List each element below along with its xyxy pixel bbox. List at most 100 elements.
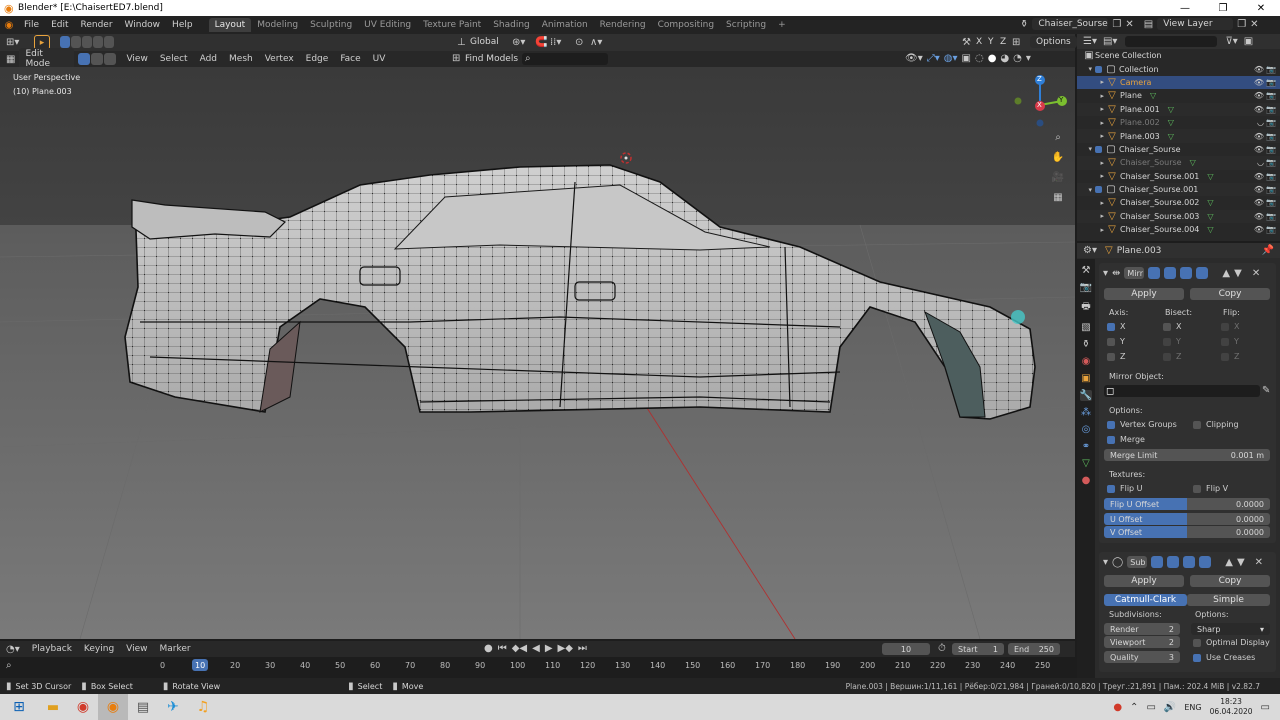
flip-u-offset-field[interactable]: Flip U Offset 0.0000: [1104, 498, 1270, 510]
quality-field[interactable]: Quality 3: [1104, 651, 1180, 663]
outliner-row[interactable]: ▸ ▽ Plane.001 ▽ 👁 📷: [1077, 102, 1280, 116]
viewport-menu-face[interactable]: Face: [334, 54, 366, 64]
viewport-menu-mesh[interactable]: Mesh: [223, 54, 259, 64]
mesh-data-icon[interactable]: ▽: [1168, 118, 1174, 127]
clipping-checkbox[interactable]: [1193, 421, 1201, 429]
mesh-data-icon[interactable]: ▽: [1207, 212, 1213, 221]
outliner-row[interactable]: ▸ ▽ Chaiser_Sourse.004 ▽ 👁 📷: [1077, 223, 1280, 236]
display-mode-icon[interactable]: ▤▾: [1103, 36, 1117, 47]
show-in-viewport-icon[interactable]: [1164, 267, 1177, 279]
material-shading-icon[interactable]: ◕: [1000, 53, 1009, 64]
search-field[interactable]: [522, 53, 608, 65]
render-camera-icon[interactable]: 📷: [1266, 132, 1276, 141]
menu-render[interactable]: Render: [75, 20, 119, 30]
filter-icon[interactable]: ⊽▾: [1225, 36, 1237, 47]
remove-modifier-icon[interactable]: ✕: [1252, 268, 1260, 279]
collection-checkbox[interactable]: [1095, 145, 1102, 153]
volume-icon[interactable]: 🔊: [1164, 702, 1176, 713]
v-offset-field[interactable]: V Offset 0.0000: [1104, 526, 1270, 538]
xray-icon[interactable]: ▣: [962, 53, 971, 64]
mesh-data-icon[interactable]: ▽: [1207, 198, 1213, 207]
render-tab-icon[interactable]: 📷: [1080, 282, 1092, 293]
music-icon[interactable]: ♫: [188, 694, 218, 720]
3d-viewport[interactable]: User Perspective (10) Plane.003 Z Y X ⌕ …: [0, 67, 1075, 639]
subsurf-move-up-icon[interactable]: ▲: [1225, 557, 1233, 568]
remove-layer-icon[interactable]: ✕: [1250, 19, 1258, 30]
mirror-object-field[interactable]: [1104, 385, 1260, 397]
mesh-data-icon[interactable]: ▽: [1207, 225, 1213, 234]
boundary-smooth-dropdown[interactable]: Sharp ▾: [1191, 623, 1270, 635]
maximize-button[interactable]: ❐: [1204, 0, 1242, 16]
render-camera-icon[interactable]: 📷: [1266, 198, 1276, 207]
viewport-menu-select[interactable]: Select: [154, 54, 194, 64]
mirror-z-toggle[interactable]: Z: [1000, 37, 1006, 47]
subsurf-show-editmode-icon[interactable]: [1151, 556, 1164, 568]
properties-editor-icon[interactable]: ⚙▾: [1083, 245, 1097, 256]
show-in-editmode-icon[interactable]: [1148, 267, 1161, 279]
snap-icon[interactable]: 🧲: [535, 37, 547, 48]
show-in-render-icon[interactable]: [1180, 267, 1193, 279]
merge-limit-field[interactable]: Merge Limit 0.001 m: [1104, 449, 1270, 461]
file-explorer-icon[interactable]: ▬: [38, 694, 68, 720]
menu-edit[interactable]: Edit: [45, 20, 74, 30]
flip-z-checkbox[interactable]: [1221, 353, 1229, 361]
visibility-eye-icon[interactable]: 👁: [1254, 78, 1264, 87]
expand-arrow-icon[interactable]: ▸: [1077, 105, 1107, 113]
material-tab-icon[interactable]: ●: [1082, 475, 1091, 486]
particles-tab-icon[interactable]: ⁂: [1081, 407, 1091, 418]
visibility-eye-icon[interactable]: 👁: [1254, 225, 1264, 234]
bisect-z-checkbox[interactable]: [1163, 353, 1171, 361]
subsurf-move-down-icon[interactable]: ▼: [1237, 557, 1245, 568]
play-icon[interactable]: ▶: [545, 643, 553, 654]
render-camera-icon[interactable]: 📷: [1266, 172, 1276, 181]
remove-scene-icon[interactable]: ✕: [1125, 19, 1133, 30]
outliner-row[interactable]: ▸ ▽ Plane ▽ 👁 📷: [1077, 89, 1280, 102]
pan-hand-icon[interactable]: ✋: [1050, 150, 1066, 164]
eyedropper-icon[interactable]: ✎: [1262, 385, 1270, 396]
jump-end-icon[interactable]: ⏭: [578, 643, 587, 654]
mirror-modifier-name[interactable]: Mirr: [1124, 267, 1145, 279]
minimize-button[interactable]: —: [1166, 0, 1204, 16]
render-camera-icon[interactable]: 📷: [1266, 212, 1276, 221]
shading-options-icon[interactable]: ▾: [1026, 53, 1031, 64]
next-keyframe-icon[interactable]: ▶◆: [558, 643, 573, 654]
tab-layout[interactable]: Layout: [208, 18, 252, 32]
auto-merge-icon[interactable]: ⊞: [1012, 37, 1020, 48]
proportional-edit-icon[interactable]: ⊙: [575, 37, 583, 48]
bisect-y-checkbox[interactable]: [1163, 338, 1171, 346]
flip-x-checkbox[interactable]: [1221, 323, 1229, 331]
visibility-eye-icon[interactable]: ◡: [1257, 118, 1264, 127]
menu-file[interactable]: File: [18, 20, 45, 30]
mirror-x-toggle[interactable]: X: [976, 37, 982, 47]
expand-arrow-icon[interactable]: ▸: [1077, 226, 1107, 234]
outliner-row[interactable]: ▾ ▢ Chaiser_Sourse 👁 📷: [1077, 143, 1280, 156]
expand-arrow-icon[interactable]: ▾: [1077, 186, 1095, 194]
mirror-copy-button[interactable]: Copy: [1190, 288, 1270, 300]
collection-checkbox[interactable]: [1095, 186, 1102, 194]
jump-start-icon[interactable]: ⏮: [498, 643, 507, 654]
expand-arrow-icon[interactable]: ▸: [1077, 172, 1107, 180]
subsurf-modifier-name[interactable]: Sub: [1127, 556, 1148, 568]
find-models-dropdown[interactable]: Find Models: [465, 54, 518, 64]
catmull-clark-button[interactable]: Catmull-Clark: [1104, 594, 1187, 606]
select-invert-mode-icon[interactable]: [93, 36, 103, 48]
visibility-eye-icon[interactable]: 👁: [1254, 172, 1264, 181]
expand-arrow-icon[interactable]: ▸: [1077, 199, 1107, 207]
tab-uv-editing[interactable]: UV Editing: [358, 18, 417, 32]
app-taskbar-icon[interactable]: ▤: [128, 694, 158, 720]
tray-chevron-icon[interactable]: ⌃: [1130, 702, 1138, 713]
render-levels-field[interactable]: Render 2: [1104, 623, 1180, 635]
visibility-eye-icon[interactable]: 👁: [1254, 185, 1264, 194]
close-button[interactable]: ✕: [1242, 0, 1280, 16]
menu-help[interactable]: Help: [166, 20, 199, 30]
select-box-mode-icon[interactable]: [60, 36, 70, 48]
editor-type-icon[interactable]: ⊞▾: [6, 37, 19, 48]
menu-window[interactable]: Window: [119, 20, 167, 30]
expand-arrow-icon[interactable]: ▸: [1077, 92, 1107, 100]
visibility-eye-icon[interactable]: 👁: [1254, 145, 1264, 154]
tab-shading[interactable]: Shading: [487, 18, 536, 32]
mirror-apply-button[interactable]: Apply: [1104, 288, 1184, 300]
view-layer-selector[interactable]: View Layer: [1157, 18, 1234, 30]
pivot-point-icon[interactable]: ⊛▾: [512, 37, 525, 48]
render-camera-icon[interactable]: 📷: [1266, 225, 1276, 234]
